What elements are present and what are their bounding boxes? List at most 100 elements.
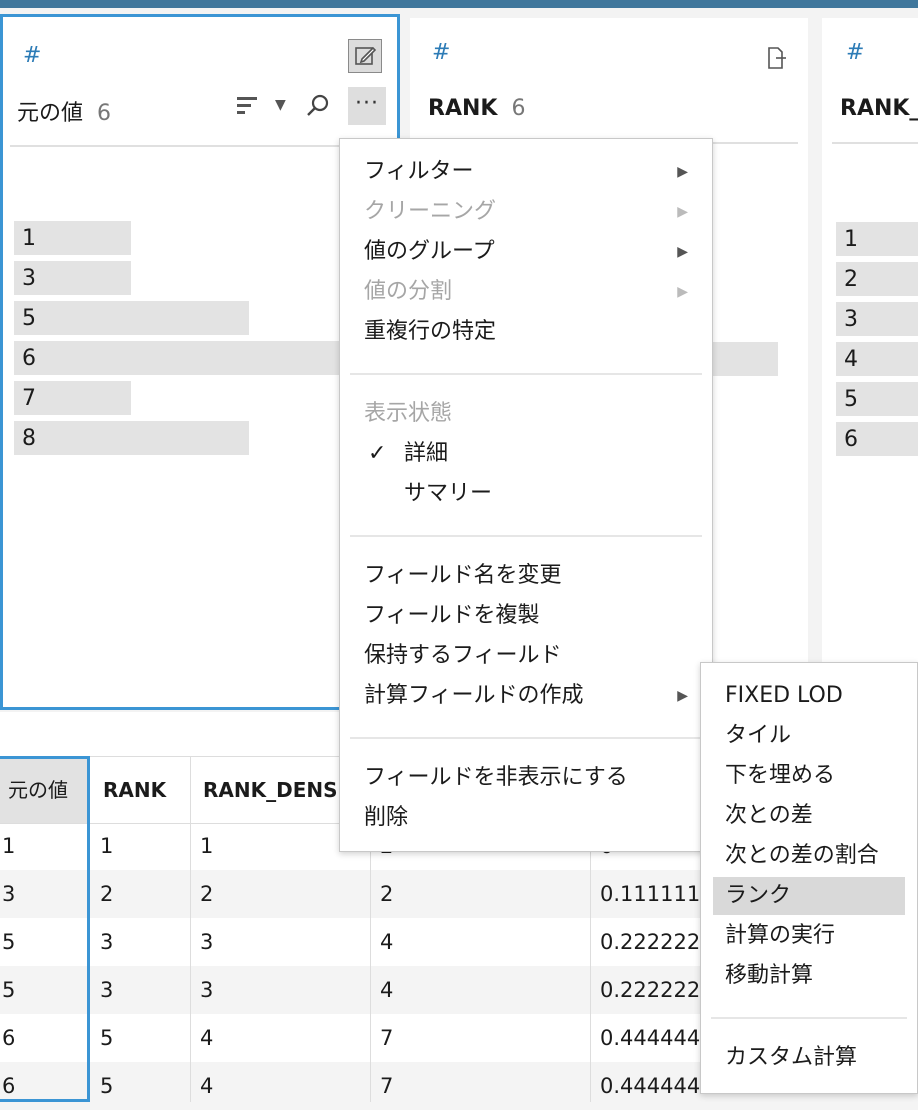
menu-item-identify-duplicates[interactable]: 重複行の特定: [340, 313, 712, 351]
menu-item-label: サマリー: [404, 481, 493, 506]
value-bar[interactable]: 3: [14, 261, 131, 295]
menu-item-detail[interactable]: ✓ 詳細: [340, 435, 712, 473]
menu-item-cleaning: クリーニング ▶: [340, 193, 712, 231]
menu-separator: [350, 373, 702, 375]
number-type-icon: #: [846, 40, 865, 65]
table-cell: 2: [200, 882, 214, 906]
value-bar[interactable]: 7: [14, 381, 131, 415]
chevron-right-icon: ▶: [677, 688, 688, 704]
search-icon[interactable]: [305, 93, 331, 125]
value-bar[interactable]: 6: [836, 422, 918, 456]
menu-item-label: 値の分割: [364, 279, 453, 304]
field-name: RANK_: [840, 96, 918, 121]
value-bar[interactable]: 1: [836, 222, 918, 256]
menu-item-delete[interactable]: 削除: [340, 799, 712, 837]
table-cell: 3: [200, 978, 214, 1002]
table-cell: 0.222222: [600, 978, 700, 1002]
selected-column-highlight: [0, 756, 90, 1102]
menu-item-label: 計算フィールドの作成: [364, 683, 584, 708]
column-header[interactable]: RANK_DENS: [193, 757, 343, 823]
table-cell: 4: [200, 1074, 214, 1098]
table-cell: 3: [200, 930, 214, 954]
submenu-item-tile[interactable]: タイル: [701, 717, 917, 755]
value-bar[interactable]: 8: [14, 421, 249, 455]
menu-item-keep-field[interactable]: 保持するフィールド: [340, 637, 712, 675]
menu-item-create-calculated-field[interactable]: 計算フィールドの作成 ▶: [340, 677, 712, 715]
table-cell: 7: [380, 1026, 394, 1050]
field-title: RANK_: [840, 96, 918, 121]
menu-separator: [711, 1017, 907, 1019]
field-count: 6: [511, 96, 526, 121]
menu-section-header: 表示状態: [364, 401, 453, 426]
field-count: 6: [97, 101, 112, 126]
value-bar[interactable]: 4: [836, 342, 918, 376]
table-cell: 7: [380, 1074, 394, 1098]
value-bar[interactable]: [710, 342, 778, 376]
menu-separator: [350, 535, 702, 537]
edit-icon[interactable]: [348, 39, 382, 73]
submenu-item-difference[interactable]: 次との差: [701, 797, 917, 835]
menu-item-filter[interactable]: フィルター ▶: [340, 153, 712, 191]
submenu-item-rank[interactable]: ランク: [713, 877, 905, 915]
submenu-item-custom-calc[interactable]: カスタム計算: [701, 1039, 917, 1077]
value-bar[interactable]: 1: [14, 221, 131, 255]
table-cell: 0.444444: [600, 1026, 700, 1050]
submenu-item-moving-calc[interactable]: 移動計算: [701, 957, 917, 995]
submenu-item-percent-difference[interactable]: 次との差の割合: [701, 837, 917, 875]
table-cell: 4: [200, 1026, 214, 1050]
more-options-icon[interactable]: ···: [348, 87, 386, 125]
context-menu[interactable]: フィルター ▶ クリーニング ▶ 値のグループ ▶ 値の分割 ▶ 重複行の特定 表示状態…: [339, 138, 713, 852]
column-divider: [190, 756, 191, 1102]
menu-item-rename-field[interactable]: フィールド名を変更: [340, 557, 712, 595]
table-cell: 5: [100, 1026, 114, 1050]
chevron-right-icon: ▶: [677, 284, 688, 300]
table-cell: 0.222222: [600, 930, 700, 954]
column-header[interactable]: RANK: [93, 757, 191, 823]
value-bar[interactable]: 5: [836, 382, 918, 416]
sort-icon[interactable]: [237, 95, 261, 122]
field-name: 元の値: [17, 101, 84, 126]
submenu-item-fixed-lod[interactable]: FIXED LOD: [701, 677, 917, 715]
value-bar[interactable]: 2: [836, 262, 918, 296]
table-cell: 3: [100, 978, 114, 1002]
menu-item-split-values: 値の分割 ▶: [340, 273, 712, 311]
submenu-item-fill-down[interactable]: 下を埋める: [701, 757, 917, 795]
top-accent-bar: [0, 0, 918, 8]
table-cell: 4: [380, 930, 394, 954]
menu-item-duplicate-field[interactable]: フィールドを複製: [340, 597, 712, 635]
profile-card-rank-partial[interactable]: # RANK_ 1 2 3 4 5 6: [822, 18, 918, 708]
table-cell: 5: [100, 1074, 114, 1098]
value-bar[interactable]: 5: [14, 301, 249, 335]
table-cell: 2: [380, 882, 394, 906]
chevron-right-icon: ▶: [677, 244, 688, 260]
menu-item-label: フィルター: [364, 159, 474, 184]
calculated-field-submenu[interactable]: FIXED LOD タイル 下を埋める 次との差 次との差の割合 ランク 計算の…: [700, 662, 918, 1094]
menu-item-label: 詳細: [404, 441, 449, 466]
table-cell: 0.111111: [600, 882, 700, 906]
table-cell: 1: [100, 834, 114, 858]
checkmark-icon: ✓: [368, 441, 387, 466]
table-cell: 3: [100, 930, 114, 954]
menu-item-summary[interactable]: サマリー: [340, 475, 712, 513]
menu-separator: [350, 737, 702, 739]
divider: [832, 142, 918, 144]
chevron-right-icon: ▶: [677, 164, 688, 180]
chevron-down-icon[interactable]: ▼: [275, 97, 286, 113]
menu-item-group-values[interactable]: 値のグループ ▶: [340, 233, 712, 271]
field-title: RANK 6: [428, 96, 525, 121]
field-title: 元の値 6: [17, 95, 111, 127]
menu-item-label: 重複行の特定: [364, 319, 497, 344]
menu-item-hide-field[interactable]: フィールドを非表示にする: [340, 759, 712, 797]
table-cell: 2: [100, 882, 114, 906]
value-bar[interactable]: 3: [836, 302, 918, 336]
chevron-right-icon: ▶: [677, 204, 688, 220]
number-type-icon: #: [432, 40, 451, 65]
menu-item-label: 値のグループ: [364, 239, 495, 264]
field-name: RANK: [428, 96, 498, 121]
document-icon[interactable]: [764, 46, 788, 75]
table-cell: 4: [380, 978, 394, 1002]
menu-item-label: クリーニング: [364, 199, 497, 224]
submenu-item-running-calc[interactable]: 計算の実行: [701, 917, 917, 955]
number-type-icon: #: [23, 43, 42, 68]
table-cell: 0.444444: [600, 1074, 700, 1098]
